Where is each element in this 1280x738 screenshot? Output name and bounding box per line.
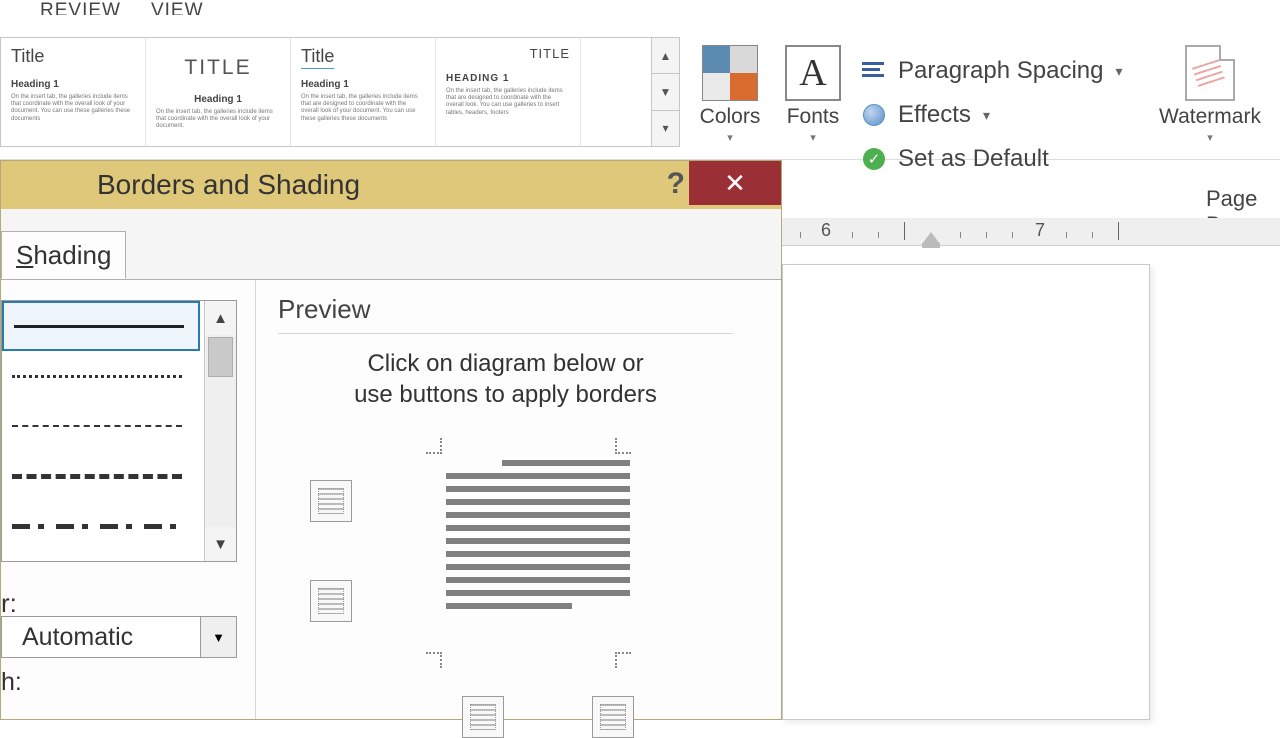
fonts-icon: A [785,45,841,101]
gallery-body: On the insert tab, the galleries include… [156,109,280,131]
dialog-close-button[interactable]: ✕ [689,161,781,205]
color-value: Automatic [2,623,200,652]
borders-shading-dialog: Borders and Shading ? ✕ Shading ▲ ▼ r: [0,160,782,720]
document-page[interactable] [782,264,1150,720]
gallery-up-button[interactable]: ▲ [652,38,679,74]
tab-review[interactable]: REVIEW [40,0,121,12]
gallery-spinner: ▲ ▼ ▾ [651,38,679,146]
paragraph-spacing-icon [860,57,888,85]
gallery-item[interactable]: TITLE HEADING 1 On the insert tab, the g… [436,38,581,146]
tab-shading-label: hading [33,240,111,271]
width-label: h: [1,668,22,697]
border-horizontal-button[interactable] [310,580,352,622]
divider [278,333,733,334]
gallery-item[interactable]: Title Heading 1 On the insert tab, the g… [291,38,436,146]
dropdown-icon: ▾ [778,131,848,144]
effects-icon [860,101,888,129]
gallery-items: Title Heading 1 On the insert tab, the g… [1,38,651,146]
ruler-number-6: 6 [821,220,831,241]
horizontal-ruler[interactable]: 6 7 [782,218,1280,246]
gallery-title: TITLE [156,56,280,80]
border-right-button[interactable] [592,696,634,738]
gallery-heading: HEADING 1 [446,73,570,84]
dialog-help-button[interactable]: ? [667,167,685,201]
dialog-titlebar[interactable]: Borders and Shading ? ✕ [1,161,781,209]
set-default-label: Set as Default [898,145,1049,173]
gallery-body: On the insert tab, the galleries include… [446,88,570,117]
preview-title: Preview [278,294,733,325]
gallery-title: Title [11,46,135,67]
gallery-body: On the insert tab, the galleries include… [11,94,135,123]
style-list-inner [2,301,200,561]
indent-marker-icon[interactable] [922,232,940,244]
dropdown-icon: ▾ [1115,63,1122,80]
effects-label: Effects [898,101,971,129]
gallery-heading: Heading 1 [11,79,135,90]
colors-label: Colors [694,105,766,129]
ribbon-tabs: REVIEW VIEW [0,0,1280,12]
preview-diagram[interactable] [278,438,733,668]
tab-shading[interactable]: Shading [1,231,126,279]
gallery-heading: Heading 1 [301,79,425,90]
preview-line2: use buttons to apply borders [354,381,657,408]
border-left-button[interactable] [462,696,504,738]
paragraph-spacing-button[interactable]: Paragraph Spacing ▾ [860,49,1123,93]
gallery-more-button[interactable]: ▾ [652,111,679,146]
preview-section: Preview Click on diagram below or use bu… [255,280,751,719]
corner-tr-icon [615,438,631,454]
preview-line1: Click on diagram below or [367,350,643,377]
style-scrollbar[interactable]: ▲ ▼ [204,301,236,561]
fonts-label: Fonts [778,105,848,129]
style-dashed[interactable] [2,451,200,501]
format-options: Paragraph Spacing ▾ Effects ▾ ✓ Set as D… [860,49,1123,181]
ruler-number-7: 7 [1035,220,1045,241]
style-solid[interactable] [2,301,200,351]
paragraph-spacing-label: Paragraph Spacing [898,57,1103,85]
check-icon: ✓ [860,145,888,173]
tab-shading-accel: S [16,240,33,271]
gallery-title: TITLE [446,46,570,61]
colors-icon [702,45,758,101]
scroll-up-button[interactable]: ▲ [205,301,236,335]
ribbon: Title Heading 1 On the insert tab, the g… [0,15,1280,160]
scroll-thumb[interactable] [208,337,233,377]
corner-bl-icon [426,652,442,668]
gallery-title: Title [301,46,425,67]
fonts-button[interactable]: A Fonts ▾ [778,45,848,144]
dropdown-icon[interactable]: ▼ [200,617,236,657]
gallery-item[interactable]: TITLE Heading 1 On the insert tab, the g… [146,38,291,146]
gallery-item[interactable]: Title Heading 1 On the insert tab, the g… [1,38,146,146]
style-dotted[interactable] [2,351,200,401]
style-dashed-fine[interactable] [2,401,200,451]
color-dropdown[interactable]: Automatic ▼ [1,616,237,658]
watermark-label: Watermark [1150,105,1270,129]
style-dashdot[interactable] [2,501,200,551]
gallery-body: On the insert tab, the galleries include… [301,94,425,123]
dialog-title: Borders and Shading [97,169,360,201]
paragraph-preview [446,460,630,616]
tab-view[interactable]: VIEW [151,0,204,12]
preview-instructions: Click on diagram below or use buttons to… [278,348,733,410]
watermark-icon [1185,45,1235,101]
color-label: r: [1,588,17,619]
colors-button[interactable]: Colors ▾ [694,45,766,144]
scroll-down-button[interactable]: ▼ [205,527,236,561]
dropdown-icon: ▾ [983,107,990,124]
watermark-button[interactable]: Watermark ▾ [1150,45,1270,144]
dropdown-icon: ▾ [694,131,766,144]
effects-button[interactable]: Effects ▾ [860,93,1123,137]
gallery-down-button[interactable]: ▼ [652,74,679,110]
border-style-list[interactable]: ▲ ▼ [1,300,237,562]
dialog-body: ▲ ▼ r: Automatic ▼ h: Preview Click on d… [1,279,781,719]
gallery-heading: Heading 1 [156,94,280,105]
border-top-button[interactable] [310,480,352,522]
corner-br-icon [615,652,631,668]
dropdown-icon: ▾ [1150,131,1270,144]
set-default-button[interactable]: ✓ Set as Default [860,137,1123,181]
corner-tl-icon [426,438,442,454]
doc-formatting-gallery[interactable]: Title Heading 1 On the insert tab, the g… [0,37,680,147]
